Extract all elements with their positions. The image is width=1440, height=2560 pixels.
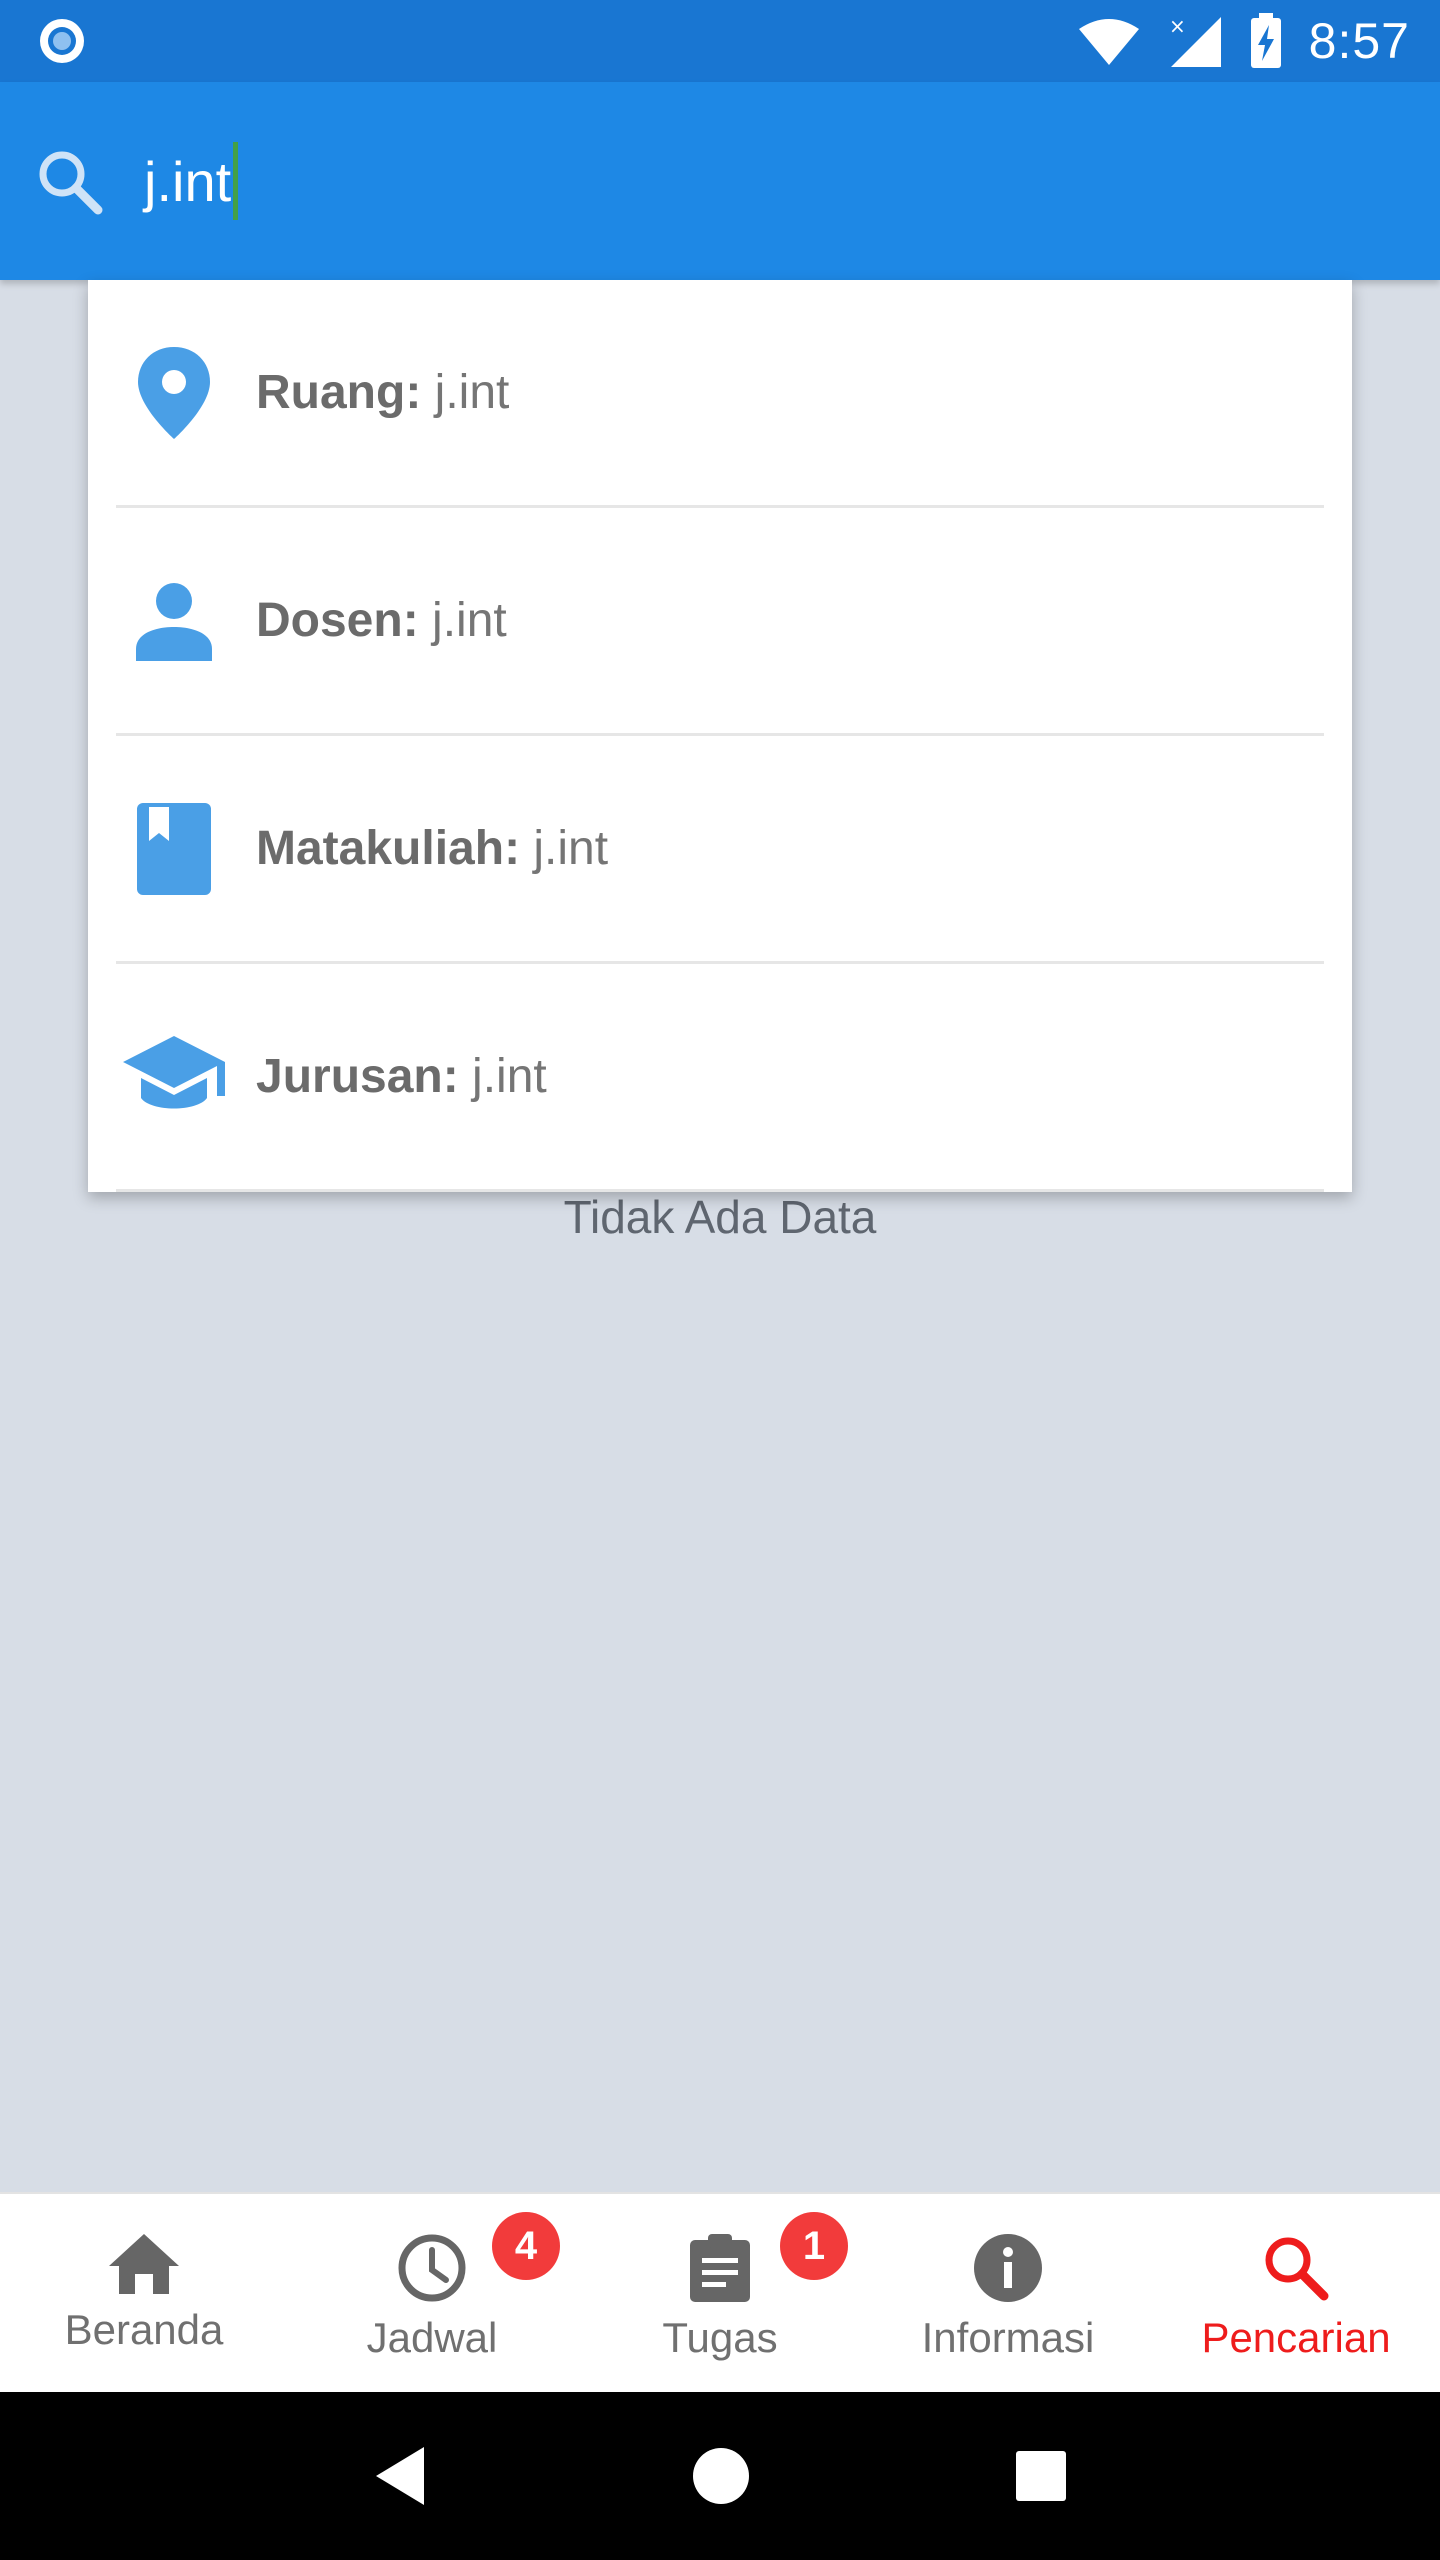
nav-label: Informasi <box>921 2314 1095 2361</box>
suggestion-label: Dosen: <box>256 594 419 647</box>
graduation-cap-icon <box>116 1019 232 1135</box>
status-time: 8:57 <box>1308 13 1410 69</box>
nav-label: Jadwal <box>366 2314 498 2361</box>
signal-icon: × <box>1169 14 1221 67</box>
text-caret <box>233 142 239 220</box>
svg-text:×: × <box>1169 14 1186 38</box>
search-bar[interactable]: j.int <box>0 82 1440 280</box>
tugas-badge: 1 <box>780 2212 848 2280</box>
bottom-navigation: Beranda 4 Jadwal 1 Tugas Informasi Penca… <box>0 2192 1440 2392</box>
wifi-icon <box>1078 19 1139 65</box>
nav-label: Pencarian <box>1201 2314 1391 2361</box>
suggestion-value: j.int <box>520 822 609 875</box>
system-navigation-bar <box>0 2392 1440 2560</box>
home-circle-icon[interactable] <box>691 2446 751 2506</box>
book-icon <box>116 791 232 907</box>
clock-icon <box>398 2234 466 2302</box>
search-suggestions: Ruang: j.int Dosen: j.int Matakuliah: j.… <box>88 280 1352 1192</box>
search-icon <box>1265 2237 1329 2301</box>
nav-jadwal[interactable]: 4 Jadwal <box>288 2194 576 2392</box>
suggestion-value: j.int <box>421 366 510 419</box>
suggestion-label: Matakuliah: <box>256 822 521 875</box>
recents-icon[interactable] <box>1014 2449 1068 2503</box>
nav-label: Tugas <box>662 2314 778 2361</box>
home-icon <box>109 2234 179 2294</box>
status-bar: × 8:57 <box>0 0 1440 82</box>
nav-beranda[interactable]: Beranda <box>0 2194 288 2392</box>
nav-label: Beranda <box>64 2306 224 2353</box>
suggestion-ruang[interactable]: Ruang: j.int <box>116 280 1324 508</box>
nav-tugas[interactable]: 1 Tugas <box>576 2194 864 2392</box>
jadwal-badge: 4 <box>492 2212 560 2280</box>
nav-informasi[interactable]: Informasi <box>864 2194 1152 2392</box>
search-query: j.int <box>144 149 232 213</box>
suggestion-dosen[interactable]: Dosen: j.int <box>116 508 1324 736</box>
suggestion-label: Jurusan: <box>256 1050 459 1103</box>
search-input[interactable]: j.int <box>144 142 239 220</box>
suggestion-value: j.int <box>418 594 507 647</box>
battery-charging-icon <box>1250 13 1281 68</box>
empty-state-text: Tidak Ada Data <box>563 1191 877 1243</box>
suggestion-value: j.int <box>458 1050 547 1103</box>
location-pin-icon <box>116 335 232 451</box>
suggestion-matakuliah[interactable]: Matakuliah: j.int <box>116 736 1324 964</box>
suggestion-label: Ruang: <box>256 366 422 419</box>
info-icon <box>974 2234 1042 2302</box>
notification-app-icon <box>40 19 84 63</box>
nav-pencarian[interactable]: Pencarian <box>1152 2194 1440 2392</box>
person-icon <box>116 563 232 679</box>
search-icon[interactable] <box>34 146 104 216</box>
suggestion-jurusan[interactable]: Jurusan: j.int <box>116 964 1324 1192</box>
clipboard-icon <box>690 2234 750 2302</box>
back-icon[interactable] <box>372 2445 428 2507</box>
